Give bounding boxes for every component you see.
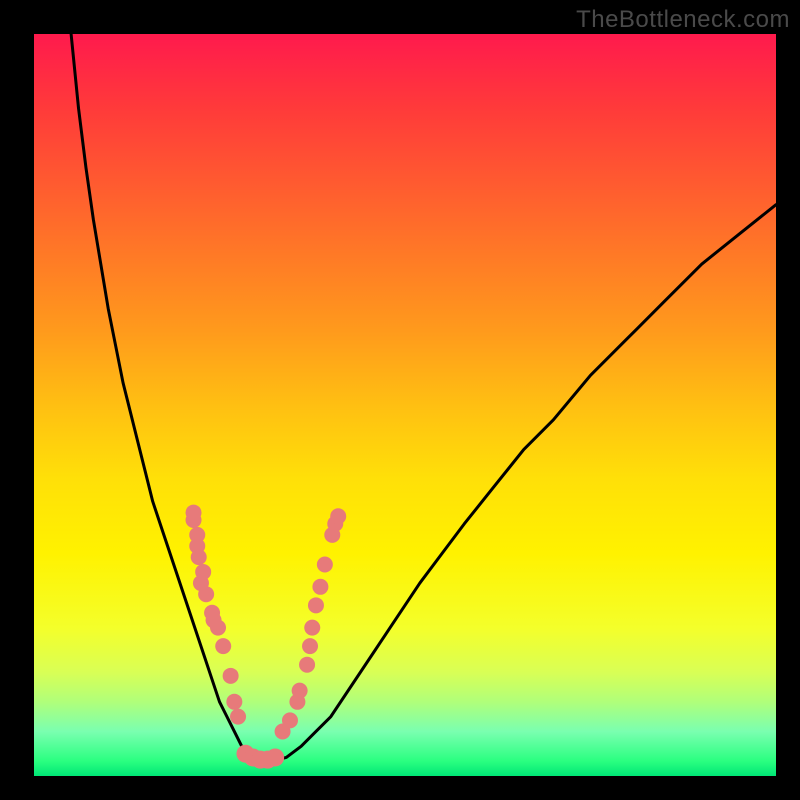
chart-frame: TheBottleneck.com [0, 0, 800, 800]
data-point [312, 579, 328, 595]
chart-plot-area [34, 34, 776, 776]
data-point [210, 620, 226, 636]
data-point [198, 586, 214, 602]
data-point [282, 712, 298, 728]
data-point [223, 668, 239, 684]
data-point [330, 508, 346, 524]
chart-svg [34, 34, 776, 776]
data-point [215, 638, 231, 654]
bottleneck-curve-path [71, 34, 776, 761]
points-bottom-cluster [236, 745, 284, 769]
data-point [317, 557, 333, 573]
data-point [299, 657, 315, 673]
data-point [186, 512, 202, 528]
data-point [304, 620, 320, 636]
bottleneck-curve [71, 34, 776, 761]
data-point [230, 709, 246, 725]
data-point [292, 683, 308, 699]
data-point [226, 694, 242, 710]
watermark-text: TheBottleneck.com [576, 6, 790, 34]
data-point [191, 549, 207, 565]
data-point [266, 748, 284, 766]
data-point [302, 638, 318, 654]
data-point [308, 597, 324, 613]
points-right-cluster [275, 508, 347, 739]
